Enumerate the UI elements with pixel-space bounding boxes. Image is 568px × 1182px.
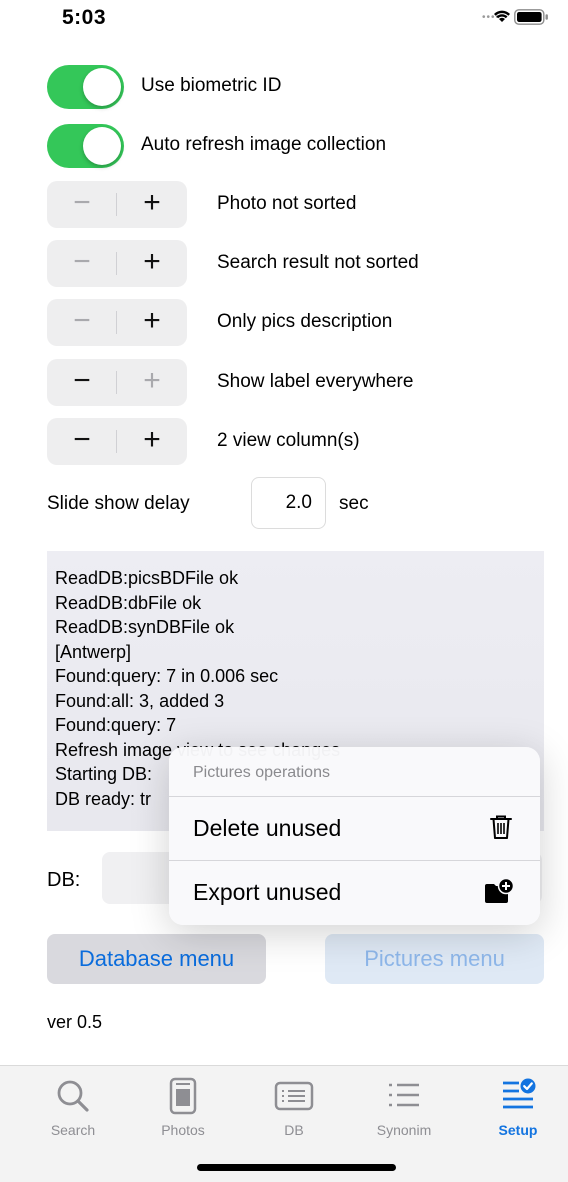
- search-sort-stepper: − +: [47, 240, 187, 287]
- tab-label: DB: [284, 1122, 304, 1138]
- minus-button[interactable]: −: [47, 359, 117, 406]
- trash-icon: [490, 815, 512, 839]
- tab-db[interactable]: DB: [249, 1076, 339, 1151]
- menu-item-label: Export unused: [193, 879, 342, 905]
- log-line: ReadDB:synDBFile ok: [55, 617, 235, 637]
- log-line: [Antwerp]: [55, 641, 132, 662]
- show-label-stepper: − +: [47, 359, 187, 406]
- menu-item-label: Delete unused: [193, 815, 342, 841]
- minus-button[interactable]: −: [47, 181, 117, 228]
- tab-search[interactable]: Search: [28, 1076, 118, 1151]
- slide-show-delay-label: Slide show delay: [47, 493, 190, 514]
- wifi-icon: [494, 10, 510, 22]
- pictures-menu-button[interactable]: Pictures menu: [325, 934, 544, 984]
- photo-card-icon: [169, 1077, 197, 1115]
- tab-setup[interactable]: Setup: [473, 1076, 563, 1151]
- minus-button[interactable]: −: [47, 240, 117, 287]
- bullet-list-icon: [389, 1083, 419, 1107]
- folder-badge-plus-icon: [485, 877, 514, 903]
- show-label-stepper-row: − + Show label everywhere: [47, 359, 527, 407]
- biometric-toggle-row: Use biometric ID: [47, 65, 527, 109]
- tab-label: Setup: [498, 1122, 538, 1138]
- search-sort-stepper-row: − + Search result not sorted: [47, 240, 527, 288]
- log-line: Found:query: 7: [55, 715, 177, 735]
- pics-description-stepper: − +: [47, 299, 187, 346]
- auto-refresh-toggle[interactable]: [47, 124, 124, 168]
- search-sort-label: Search result not sorted: [217, 252, 419, 273]
- tab-photos[interactable]: Photos: [138, 1076, 228, 1151]
- biometric-toggle-label: Use biometric ID: [141, 75, 282, 96]
- tab-synonim[interactable]: Synonim: [359, 1076, 449, 1151]
- delete-unused-menu-item[interactable]: Delete unused: [169, 797, 540, 860]
- plus-button[interactable]: +: [117, 359, 187, 406]
- plus-button[interactable]: +: [117, 240, 187, 287]
- toggle-knob: [83, 127, 121, 165]
- log-line: ReadDB:dbFile ok: [55, 592, 202, 613]
- export-unused-menu-item[interactable]: Export unused: [169, 861, 540, 924]
- view-columns-stepper-row: − + 2 view column(s): [47, 418, 527, 466]
- status-time: 5:03: [62, 6, 107, 29]
- photo-sort-stepper-row: − + Photo not sorted: [47, 181, 527, 229]
- plus-button[interactable]: +: [117, 418, 187, 465]
- auto-refresh-toggle-label: Auto refresh image collection: [141, 134, 387, 155]
- tab-label: Synonim: [376, 1122, 432, 1138]
- toggle-knob: [83, 68, 121, 106]
- photo-sort-label: Photo not sorted: [217, 193, 357, 214]
- checklist-icon: [503, 1078, 536, 1109]
- log-line: ReadDB:picsBDFile ok: [55, 568, 239, 588]
- plus-button[interactable]: +: [117, 299, 187, 346]
- pictures-operations-menu: Pictures operations Delete unused Export…: [169, 747, 540, 925]
- battery-icon: [514, 9, 548, 25]
- database-menu-button[interactable]: Database menu: [47, 934, 266, 984]
- view-columns-stepper: − +: [47, 418, 187, 465]
- pics-description-stepper-row: − + Only pics description: [47, 299, 527, 347]
- photo-sort-stepper: − +: [47, 181, 187, 228]
- version-label: ver 0.5: [47, 1012, 103, 1032]
- log-line: Found:query: 7 in 0.006 sec: [55, 666, 279, 686]
- tab-label: Photos: [161, 1122, 205, 1138]
- log-line: Found:all: 3, added 3: [55, 690, 225, 711]
- minus-button[interactable]: −: [47, 418, 117, 465]
- minus-button[interactable]: −: [47, 299, 117, 346]
- db-label: DB:: [47, 869, 81, 891]
- status-bar: 5:03 ••••: [0, 0, 568, 40]
- plus-button[interactable]: +: [117, 181, 187, 228]
- show-label-label: Show label everywhere: [217, 371, 414, 392]
- view-columns-label: 2 view column(s): [217, 430, 360, 451]
- slide-show-unit: sec: [339, 493, 369, 514]
- menu-header: Pictures operations: [193, 764, 330, 781]
- pics-description-label: Only pics description: [217, 311, 393, 332]
- list-card-icon: [274, 1081, 314, 1111]
- biometric-toggle[interactable]: [47, 65, 124, 109]
- auto-refresh-toggle-row: Auto refresh image collection: [47, 124, 527, 168]
- tab-label: Search: [50, 1122, 96, 1138]
- magnifier-icon: [57, 1080, 89, 1112]
- home-indicator: [197, 1164, 396, 1171]
- slide-show-delay-input[interactable]: 2.0: [251, 477, 326, 529]
